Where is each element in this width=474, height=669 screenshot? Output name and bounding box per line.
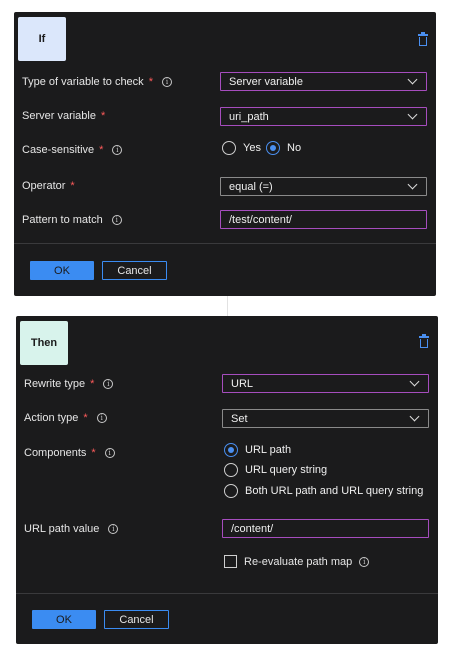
info-icon[interactable]: i <box>96 413 107 423</box>
info-icon[interactable]: i <box>104 448 115 458</box>
url-path-value-label: URL path value i <box>24 523 119 535</box>
components-label: Components * i <box>24 447 115 459</box>
connector-line <box>227 296 228 316</box>
chevron-down-icon <box>409 376 420 387</box>
url-path-value-input[interactable]: /content/ <box>222 519 429 538</box>
if-condition-panel: If Type of variable to check * i Server v… <box>14 12 436 296</box>
delete-action-icon[interactable] <box>419 334 429 348</box>
then-badge: Then <box>20 321 68 365</box>
radio-on-icon <box>266 141 280 155</box>
chevron-down-icon <box>409 411 420 422</box>
radio-off-icon <box>222 141 236 155</box>
divider <box>16 593 438 594</box>
case-sensitive-label: Case-sensitive * i <box>22 144 123 156</box>
rewrite-type-label: Rewrite type * i <box>24 378 114 390</box>
components-both-radio[interactable]: Both URL path and URL query string <box>224 484 423 498</box>
chevron-down-icon <box>407 179 418 190</box>
then-cancel-button[interactable]: Cancel <box>104 610 169 629</box>
then-action-panel: Then Rewrite type * i URL Action type * i … <box>16 316 438 644</box>
server-variable-label: Server variable * <box>22 110 106 122</box>
pattern-input[interactable]: /test/content/ <box>220 210 427 229</box>
operator-label: Operator * <box>22 180 75 192</box>
if-badge: If <box>18 17 66 61</box>
chevron-down-icon <box>407 74 418 85</box>
server-variable-select[interactable]: uri_path <box>220 107 427 126</box>
info-icon[interactable]: i <box>103 379 114 389</box>
variable-type-select[interactable]: Server variable <box>220 72 427 91</box>
checkbox-icon <box>224 555 237 568</box>
divider <box>14 243 436 244</box>
info-icon[interactable]: i <box>111 215 122 225</box>
info-icon[interactable]: i <box>112 145 123 155</box>
components-query-string-radio[interactable]: URL query string <box>224 463 327 477</box>
delete-condition-icon[interactable] <box>418 32 428 46</box>
then-ok-button[interactable]: OK <box>32 610 96 629</box>
radio-off-icon <box>224 484 238 498</box>
operator-select[interactable]: equal (=) <box>220 177 427 196</box>
case-sensitive-yes-radio[interactable]: Yes <box>222 141 261 155</box>
action-type-select[interactable]: Set <box>222 409 429 428</box>
radio-off-icon <box>224 463 238 477</box>
radio-on-icon <box>224 443 238 457</box>
if-cancel-button[interactable]: Cancel <box>102 261 167 280</box>
info-icon[interactable]: i <box>108 524 119 534</box>
info-icon[interactable]: i <box>161 77 172 87</box>
if-ok-button[interactable]: OK <box>30 261 94 280</box>
chevron-down-icon <box>407 109 418 120</box>
info-icon[interactable]: i <box>359 556 370 567</box>
case-sensitive-no-radio[interactable]: No <box>266 141 301 155</box>
variable-type-label: Type of variable to check * i <box>22 76 172 88</box>
pattern-label: Pattern to match i <box>22 214 122 226</box>
reevaluate-path-map-checkbox[interactable]: Re-evaluate path map i <box>224 555 370 568</box>
rewrite-type-select[interactable]: URL <box>222 374 429 393</box>
components-url-path-radio[interactable]: URL path <box>224 443 291 457</box>
action-type-label: Action type * i <box>24 412 107 424</box>
